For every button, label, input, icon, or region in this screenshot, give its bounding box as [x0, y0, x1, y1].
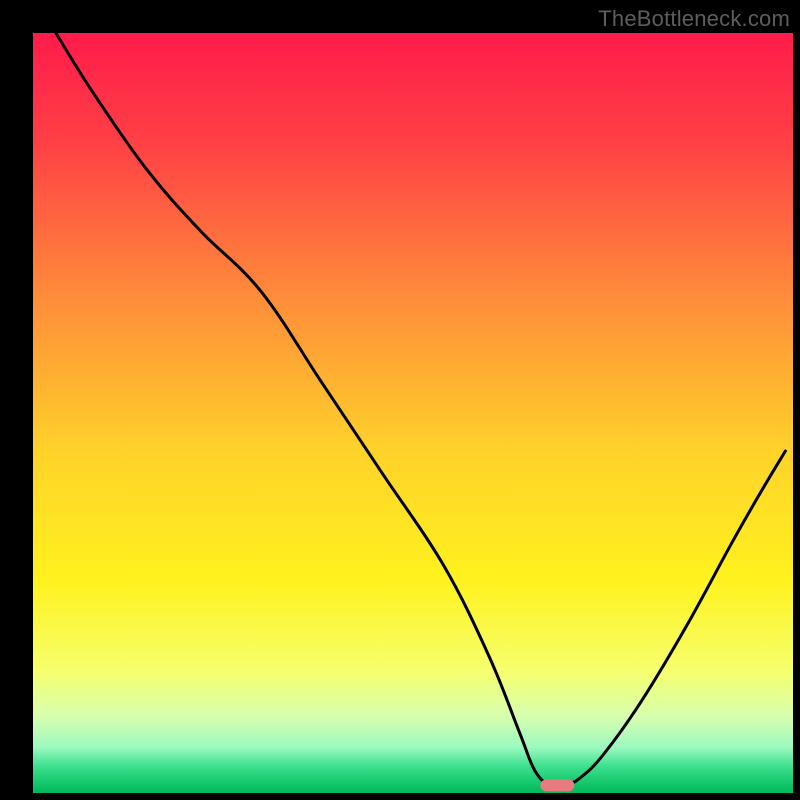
plot-background-gradient: [33, 33, 793, 793]
optimum-marker: [540, 779, 574, 791]
watermark-label: TheBottleneck.com: [598, 6, 790, 32]
bottleneck-chart: [0, 0, 800, 800]
chart-container: TheBottleneck.com: [0, 0, 800, 800]
